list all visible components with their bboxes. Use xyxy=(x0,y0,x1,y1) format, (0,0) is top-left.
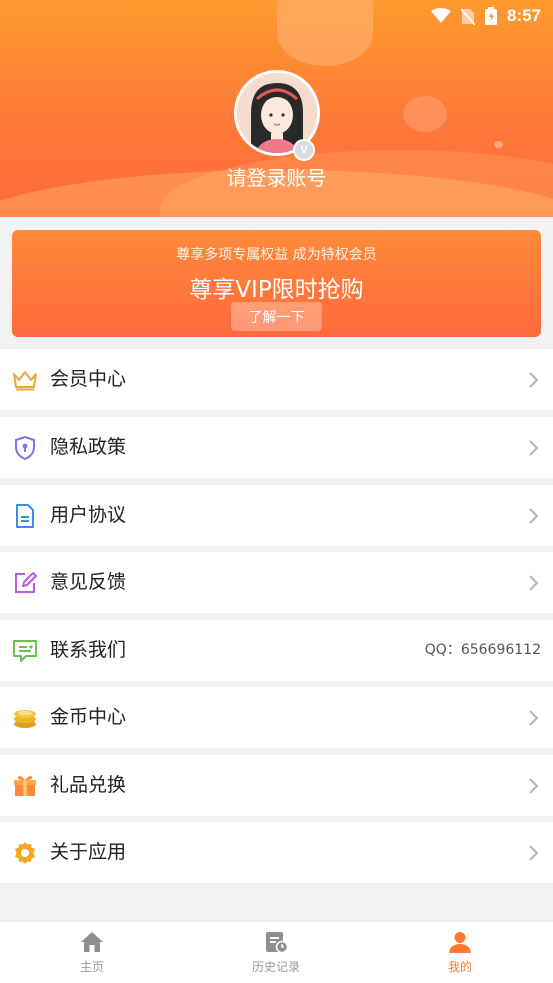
menu-item-feedback[interactable]: 意见反馈 xyxy=(0,552,553,613)
chevron-right-icon xyxy=(529,440,539,456)
menu-item-about-app[interactable]: 关于应用 xyxy=(0,822,553,883)
menu-item-member-center[interactable]: 会员中心 xyxy=(0,349,553,410)
profile-header: 8:57 V 请登录账号 xyxy=(0,0,553,217)
header-bubble-medium xyxy=(403,96,447,132)
menu-label: 意见反馈 xyxy=(50,571,127,593)
status-time: 8:57 xyxy=(506,6,541,25)
history-icon xyxy=(266,932,288,954)
message-icon xyxy=(12,638,38,664)
chevron-right-icon xyxy=(529,575,539,591)
bottom-navigation: 主页 历史记录 我的 xyxy=(0,921,553,983)
shield-icon xyxy=(12,435,38,461)
crown-icon xyxy=(12,367,38,393)
menu-item-contact-us[interactable]: 联系我们 QQ：656696112 xyxy=(0,620,553,681)
wifi-icon xyxy=(430,8,451,23)
nav-tab-history[interactable]: 历史记录 xyxy=(184,922,368,983)
nav-label: 历史记录 xyxy=(251,960,300,974)
menu-label: 用户协议 xyxy=(50,504,127,526)
vip-promo-banner[interactable]: 尊享多项专属权益 成为特权会员 尊享VIP限时抢购 了解一下 xyxy=(12,230,541,337)
header-bubble-small xyxy=(494,141,503,148)
chevron-right-icon xyxy=(529,778,539,794)
menu-label: 金币中心 xyxy=(50,706,127,728)
login-prompt[interactable]: 请登录账号 xyxy=(0,162,553,191)
document-icon xyxy=(12,503,38,529)
gear-icon xyxy=(12,840,38,866)
user-icon xyxy=(449,932,471,953)
menu-item-gift-exchange[interactable]: 礼品兑换 xyxy=(0,755,553,816)
menu-label: 隐私政策 xyxy=(50,436,127,458)
chevron-right-icon xyxy=(529,508,539,524)
menu-label: 联系我们 xyxy=(50,639,127,661)
nav-tab-mine[interactable]: 我的 xyxy=(368,922,552,983)
vip-badge: V xyxy=(293,139,315,161)
vip-banner-title: 尊享VIP限时抢购 xyxy=(189,277,364,303)
chevron-right-icon xyxy=(529,710,539,726)
menu-item-coin-center[interactable]: 金币中心 xyxy=(0,687,553,748)
menu-label: 会员中心 xyxy=(50,368,127,390)
menu-label: 关于应用 xyxy=(50,841,127,863)
coins-icon xyxy=(12,705,38,731)
vip-banner-subtitle: 尊享多项专属权益 成为特权会员 xyxy=(176,247,377,263)
edit-icon xyxy=(12,570,38,596)
battery-icon xyxy=(484,7,497,25)
menu-item-privacy-policy[interactable]: 隐私政策 xyxy=(0,417,553,478)
qq-contact-number: QQ：656696112 xyxy=(424,642,541,658)
nav-tab-home[interactable]: 主页 xyxy=(0,922,184,983)
nav-label: 主页 xyxy=(79,960,104,974)
chevron-right-icon xyxy=(529,372,539,388)
gift-icon xyxy=(12,773,38,799)
home-icon xyxy=(81,932,103,952)
nav-label: 我的 xyxy=(447,960,472,974)
learn-more-button[interactable]: 了解一下 xyxy=(231,302,322,331)
chevron-right-icon xyxy=(529,845,539,861)
menu-item-user-agreement[interactable]: 用户协议 xyxy=(0,485,553,546)
menu-label: 礼品兑换 xyxy=(50,774,127,796)
no-sim-icon xyxy=(460,7,475,25)
status-bar: 8:57 xyxy=(0,0,553,32)
